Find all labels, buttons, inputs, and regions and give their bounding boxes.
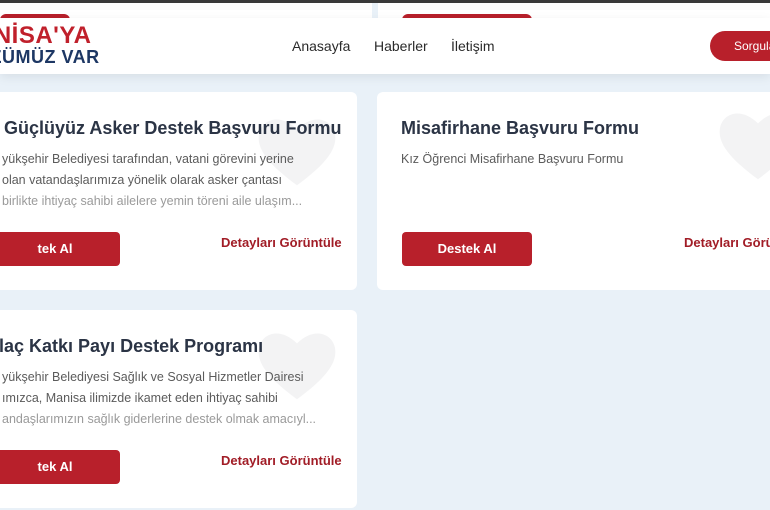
card-description-line: Kız Öğrenci Misafirhane Başvuru Formu bbox=[401, 152, 624, 166]
get-support-button[interactable]: tek Al bbox=[0, 232, 120, 266]
view-details-link[interactable]: Detayları Görüntüle bbox=[221, 235, 342, 250]
view-details-link[interactable]: Detayları Görün bbox=[684, 235, 770, 250]
card-description-line: yükşehir Belediyesi tarafından, vatani g… bbox=[2, 152, 294, 166]
nav-link-haberler[interactable]: Haberler bbox=[374, 38, 428, 54]
site-logo[interactable]: ANİSA'YA ÖZÜMÜZ VAR bbox=[0, 22, 100, 67]
navbar: ANİSA'YA ÖZÜMÜZ VAR Anasayfa Haberler İl… bbox=[0, 18, 770, 74]
card-description-line: birlikte ihtiyaç sahibi ailelere yemin t… bbox=[2, 194, 303, 208]
service-card: Misafirhane Başvuru Formu Kız Öğrenci Mi… bbox=[377, 92, 770, 290]
card-description-line: andaşlarımızın sağlık giderlerine destek… bbox=[2, 412, 317, 426]
heart-watermark-icon bbox=[719, 113, 770, 180]
card-title: Misafirhane Başvuru Formu bbox=[401, 118, 640, 138]
view-details-link[interactable]: Detayları Görüntüle bbox=[221, 453, 342, 468]
card-title: Güçlüyüz Asker Destek Başvuru Formu bbox=[4, 118, 342, 138]
get-support-button[interactable]: Destek Al bbox=[402, 232, 532, 266]
card-description: yükşehir Belediyesi tarafından, vatani g… bbox=[2, 149, 342, 212]
service-card: Güçlüyüz Asker Destek Başvuru Formu yükş… bbox=[0, 92, 357, 290]
card-title: İlaç Katkı Payı Destek Programı bbox=[0, 336, 264, 356]
card-description: Kız Öğrenci Misafirhane Başvuru Formu bbox=[401, 149, 741, 170]
logo-line-2: ÖZÜMÜZ VAR bbox=[0, 47, 100, 67]
card-description-line: olan vatandaşlarımıza yönelik olarak ask… bbox=[2, 173, 283, 187]
card-description-line: ımızca, Manisa ilimizde ikamet eden ihti… bbox=[2, 391, 278, 405]
nav-link-iletisim[interactable]: İletişim bbox=[451, 38, 495, 54]
logo-line-1: ANİSA'YA bbox=[0, 22, 92, 49]
get-support-button[interactable]: tek Al bbox=[0, 450, 120, 484]
query-button[interactable]: Sorgula bbox=[710, 31, 770, 61]
card-description: yükşehir Belediyesi Sağlık ve Sosyal Hiz… bbox=[2, 367, 342, 430]
service-card: İlaç Katkı Payı Destek Programı yükşehir… bbox=[0, 310, 357, 508]
nav-link-anasayfa[interactable]: Anasayfa bbox=[292, 38, 350, 54]
card-description-line: yükşehir Belediyesi Sağlık ve Sosyal Hiz… bbox=[2, 370, 304, 384]
